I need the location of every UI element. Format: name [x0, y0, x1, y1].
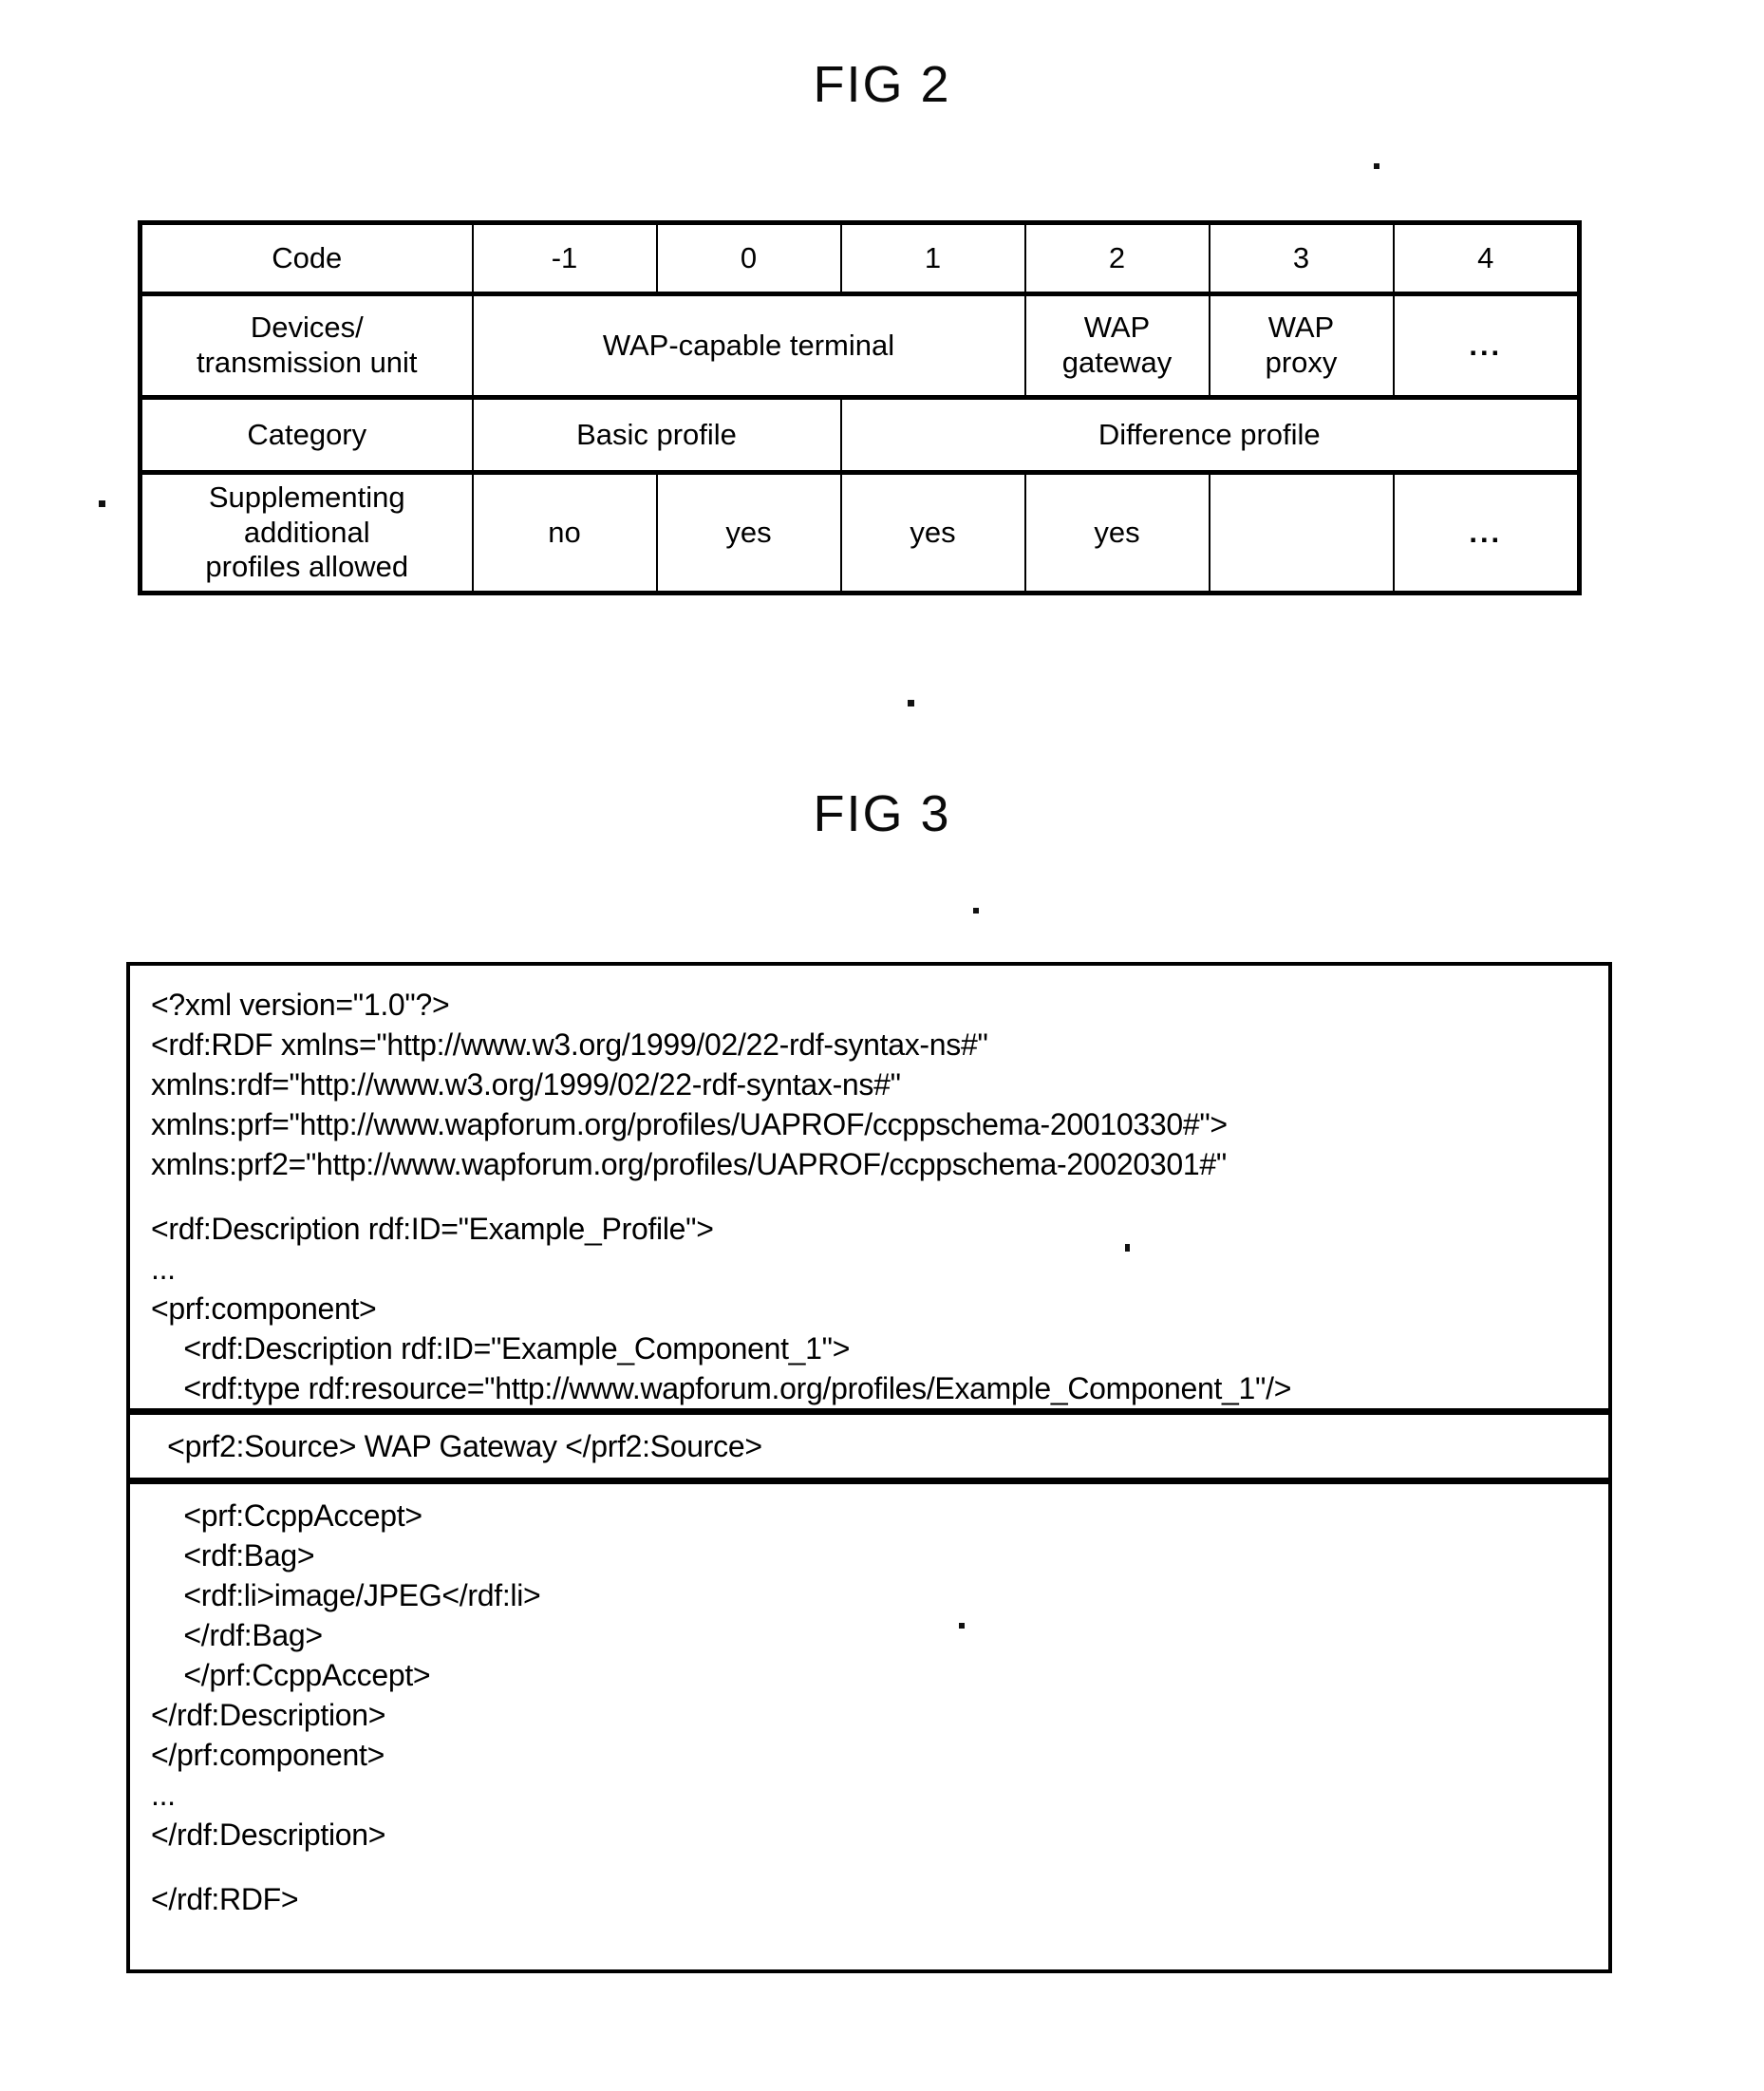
cell-code-3: 3 — [1208, 220, 1395, 296]
code-bottom-blank-9 — [151, 1855, 1608, 1879]
scan-speck — [973, 908, 979, 914]
scan-speck — [959, 1623, 965, 1629]
code-bottom-line-4: </prf:CcppAccept> — [151, 1658, 431, 1692]
cell-code-minus1: -1 — [471, 220, 658, 296]
scan-speck — [99, 500, 105, 507]
code-top-line-0: <?xml version="1.0"?> — [151, 988, 450, 1022]
cell-devices-wap-terminal: WAP-capable terminal — [471, 292, 1026, 400]
table-row-category: Category Basic profile Difference profil… — [138, 396, 1582, 475]
cell-devices-wap-proxy: WAP proxy — [1208, 292, 1395, 400]
cell-supplementing-0: yes — [655, 471, 842, 595]
code-top-line-4: xmlns:prf2="http://www.wapforum.org/prof… — [151, 1147, 1227, 1181]
cell-code-1: 1 — [839, 220, 1026, 296]
cell-supplementing-2: yes — [1023, 471, 1210, 595]
cell-devices-ellipsis: ... — [1392, 292, 1582, 400]
figure-3-code-box: <?xml version="1.0"?> <rdf:RDF xmlns="htt… — [126, 962, 1612, 1973]
code-bottom-line-7: ... — [151, 1778, 176, 1812]
table-row-devices: Devices/ transmission unit WAP-capable t… — [138, 292, 1582, 400]
code-block-top: <?xml version="1.0"?> <rdf:RDF xmlns="htt… — [130, 966, 1608, 1408]
code-bottom-line-1: <rdf:Bag> — [151, 1538, 315, 1573]
figure-3-title: FIG 3 — [813, 785, 951, 842]
row-header-code: Code — [138, 220, 474, 296]
cell-supplementing-minus1: no — [471, 471, 658, 595]
cell-devices-wap-proxy-line1: WAP — [1267, 311, 1335, 345]
figure-2-title: FIG 2 — [813, 56, 951, 113]
code-bottom-line-0: <prf:CcppAccept> — [151, 1498, 422, 1533]
cell-devices-wap-gateway-line2: gateway — [1061, 346, 1173, 379]
table-row-supplementing: Supplementing additional profiles allowe… — [138, 471, 1582, 595]
table-row-code: Code -1 0 1 2 3 4 — [138, 220, 1582, 296]
cell-devices-wap-proxy-line2: proxy — [1265, 346, 1338, 379]
row-header-supplementing-line2: profiles allowed — [205, 550, 409, 584]
code-top-line-2: xmlns:rdf="http://www.w3.org/1999/02/22-… — [151, 1067, 901, 1102]
cell-supplementing-1: yes — [839, 471, 1026, 595]
code-top-line-7: ... — [151, 1252, 176, 1286]
code-top-line-1: <rdf:RDF xmlns="http://www.w3.org/1999/0… — [151, 1027, 988, 1062]
cell-devices-wap-gateway-line1: WAP — [1083, 311, 1151, 345]
code-line-prf2-source: <prf2:Source> WAP Gateway </prf2:Source> — [151, 1429, 762, 1463]
row-header-devices-line2: transmission unit — [196, 346, 418, 379]
cell-code-0: 0 — [655, 220, 842, 296]
highlighted-source-line-band: <prf2:Source> WAP Gateway </prf2:Source> — [130, 1408, 1608, 1484]
code-block-bottom: <prf:CcppAccept> <rdf:Bag> <rdf:li>image… — [130, 1484, 1608, 1919]
code-top-line-10: <rdf:type rdf:resource="http://www.wapfo… — [151, 1371, 1292, 1405]
code-bottom-line-6: </prf:component> — [151, 1738, 385, 1772]
cell-supplementing-4: ... — [1392, 471, 1582, 595]
code-bottom-line-3: </rdf:Bag> — [151, 1618, 323, 1652]
row-header-devices-line1: Devices/ — [250, 311, 364, 345]
cell-category-basic-profile: Basic profile — [471, 396, 842, 475]
code-top-blank-5 — [151, 1184, 1608, 1209]
cell-devices-wap-gateway: WAP gateway — [1023, 292, 1210, 400]
row-header-supplementing-line1: Supplementing additional — [208, 480, 405, 549]
code-bottom-line-8: </rdf:Description> — [151, 1818, 386, 1852]
code-top-line-8: <prf:component> — [151, 1291, 377, 1326]
cell-code-2: 2 — [1023, 220, 1210, 296]
scan-speck — [908, 700, 914, 706]
scan-speck — [1374, 163, 1379, 169]
row-header-devices: Devices/ transmission unit — [138, 292, 474, 400]
row-header-category: Category — [138, 396, 474, 475]
cell-code-4: 4 — [1392, 220, 1582, 296]
code-bottom-line-5: </rdf:Description> — [151, 1698, 386, 1732]
cell-category-difference-profile: Difference profile — [839, 396, 1582, 475]
code-top-line-6: <rdf:Description rdf:ID="Example_Profile… — [151, 1212, 714, 1246]
scan-speck — [1125, 1244, 1130, 1252]
figure-2-table-container: Code -1 0 1 2 3 4 Devices/ transmission … — [138, 220, 1582, 595]
code-profile-table: Code -1 0 1 2 3 4 Devices/ transmission … — [138, 220, 1582, 595]
row-header-supplementing: Supplementing additional profiles allowe… — [138, 471, 474, 595]
cell-supplementing-3 — [1208, 471, 1395, 595]
code-bottom-line-10: </rdf:RDF> — [151, 1882, 299, 1916]
code-top-line-9: <rdf:Description rdf:ID="Example_Compone… — [151, 1331, 851, 1366]
code-bottom-line-2: <rdf:li>image/JPEG</rdf:li> — [151, 1578, 541, 1612]
code-top-line-3: xmlns:prf="http://www.wapforum.org/profi… — [151, 1107, 1228, 1141]
